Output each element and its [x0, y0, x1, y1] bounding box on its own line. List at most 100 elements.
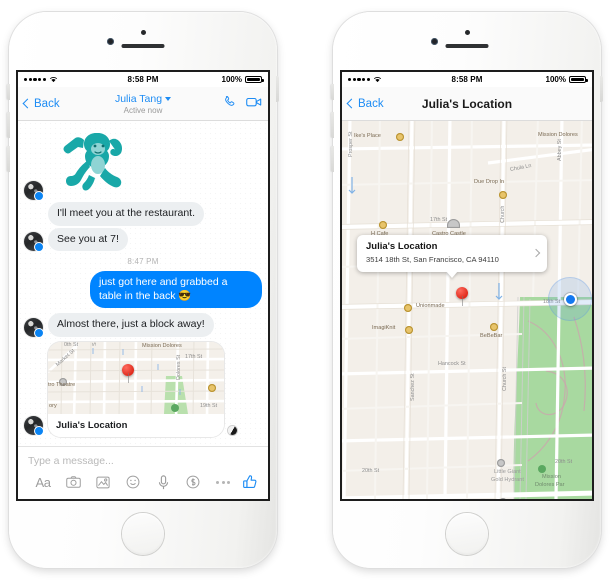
payment-dollar-icon[interactable]	[178, 475, 208, 489]
status-bar-battery-group: 100%	[221, 75, 264, 84]
location-card-map-thumbnail[interactable]: Mission Dolores 17th St Market St Sanche…	[48, 341, 224, 414]
silent-switch[interactable]	[331, 84, 334, 100]
location-callout[interactable]: Julia's Location 3514 18th St, San Franc…	[357, 235, 547, 272]
location-nav-bar: Back Julia's Location	[342, 87, 592, 121]
avatar[interactable]	[24, 181, 44, 201]
location-pin[interactable]	[456, 287, 468, 306]
chevron-down-icon	[165, 96, 172, 101]
map-poi-label: ImagiKnit	[372, 325, 396, 331]
sticker-smiley-icon[interactable]	[118, 475, 148, 489]
poi-marker	[208, 383, 216, 392]
avatar[interactable]	[24, 232, 44, 252]
cellular-signal-icon	[348, 77, 370, 82]
nav-action-group	[223, 95, 262, 113]
message-bubble-incoming[interactable]: See you at 7!	[48, 227, 128, 251]
map-label: ory	[49, 402, 57, 409]
message-row-in: See you at 7!	[18, 227, 268, 252]
map-label: tro Theatre	[48, 381, 76, 388]
back-button[interactable]: Back	[346, 97, 384, 110]
delivered-indicator	[228, 425, 237, 435]
poi-marker	[497, 459, 505, 467]
power-button[interactable]	[276, 76, 279, 102]
volume-up-button[interactable]	[7, 112, 10, 138]
proximity-sensor	[465, 30, 470, 35]
message-row-in: I'll meet you at the restaurant.	[18, 202, 268, 226]
video-camera-icon[interactable]	[246, 95, 262, 113]
volume-down-button[interactable]	[7, 146, 10, 172]
map-street-label: Prosper St	[348, 131, 354, 157]
map-label: 19th St	[200, 402, 218, 409]
current-location-dot	[564, 293, 577, 306]
poi-marker	[396, 133, 404, 141]
avatar[interactable]	[24, 317, 44, 338]
message-bubble-incoming[interactable]: Almost there, just a block away!	[48, 313, 214, 337]
left-phone-screen: 8:58 PM 100% Back Julia Tang Active now …	[18, 72, 268, 499]
status-bar-signal-group	[24, 76, 58, 83]
status-bar-left: 8:58 PM 100%	[18, 72, 268, 87]
phone-call-icon[interactable]	[223, 95, 236, 113]
thread-timestamp: 8:47 PM	[127, 257, 159, 266]
home-button[interactable]	[122, 513, 164, 555]
back-button-label: Back	[358, 97, 384, 110]
presence-status: Active now	[123, 105, 163, 115]
message-thread[interactable]: I'll meet you at the restaurant. See you…	[18, 121, 268, 446]
message-composer: Type a message... Aa	[18, 446, 268, 499]
location-card-caption: Julia's Location	[48, 413, 224, 437]
map-street-label: Hancock St	[438, 361, 466, 367]
full-map-container[interactable]: Ike's Place Due Drop In H Cafe Castro Ca…	[342, 121, 592, 499]
avatar[interactable]	[24, 415, 44, 436]
volume-up-button[interactable]	[331, 112, 334, 138]
more-options-icon[interactable]	[208, 480, 238, 484]
back-button[interactable]: Back	[22, 98, 60, 110]
map-street-label: Church St	[502, 367, 508, 391]
power-button[interactable]	[600, 76, 603, 102]
chevron-left-icon	[22, 98, 33, 109]
iphone-left-device: 8:58 PM 100% Back Julia Tang Active now …	[7, 12, 279, 568]
photo-gallery-icon[interactable]	[88, 476, 118, 489]
location-callout-title: Julia's Location	[366, 241, 438, 252]
proximity-sensor	[141, 30, 146, 35]
message-bubble-outgoing[interactable]: just got here and grabbed a table in the…	[90, 271, 262, 308]
thumbs-up-icon[interactable]	[242, 474, 258, 490]
map-label: Mission Dolores	[142, 342, 182, 349]
location-share-card[interactable]: Mission Dolores 17th St Market St Sanche…	[48, 341, 224, 437]
page-title: Julia's Location	[421, 96, 513, 111]
text-format-icon[interactable]: Aa	[28, 475, 58, 490]
message-row-map-card: Mission Dolores 17th St Market St Sanche…	[18, 341, 268, 437]
map-street-label: 17th St	[430, 217, 448, 223]
silent-switch[interactable]	[7, 84, 10, 100]
message-row-sticker	[18, 127, 268, 201]
map-label: Dolores St	[176, 354, 182, 380]
location-callout-text: Julia's Location 3514 18th St, San Franc…	[366, 241, 527, 265]
map-poi-label: Mission	[542, 474, 561, 480]
message-input-placeholder[interactable]: Type a message...	[18, 447, 268, 474]
park-marker	[538, 465, 546, 473]
composer-icon-bar: Aa	[18, 474, 268, 499]
poi-marker	[447, 219, 460, 228]
map-street-label: Abbey St	[557, 139, 563, 161]
map-label: Sanchez St	[92, 342, 98, 346]
map-street-label: 20th St	[555, 459, 573, 465]
location-pin	[122, 363, 134, 383]
map-poi-label: Due Drop In	[474, 179, 505, 185]
poi-marker	[490, 323, 498, 331]
right-phone-screen: 8:58 PM 100% Back Julia's Location Ike's…	[342, 72, 592, 499]
home-button[interactable]	[446, 513, 488, 555]
full-map[interactable]: Ike's Place Due Drop In H Cafe Castro Ca…	[342, 121, 592, 499]
volume-down-button[interactable]	[331, 146, 334, 172]
wifi-icon	[373, 76, 382, 83]
status-bar-right: 8:58 PM 100%	[342, 72, 592, 87]
dancing-monkey-sticker[interactable]	[50, 127, 146, 200]
camera-icon[interactable]	[58, 476, 88, 488]
battery-percentage: 100%	[221, 75, 242, 84]
map-label: 17th St	[185, 353, 203, 360]
message-bubble-incoming[interactable]: I'll meet you at the restaurant.	[48, 202, 204, 226]
battery-percentage: 100%	[545, 75, 566, 84]
mini-map: Mission Dolores 17th St Market St Sanche…	[48, 341, 224, 414]
chevron-right-icon[interactable]	[531, 248, 541, 257]
park-marker	[171, 403, 179, 412]
contact-name-button[interactable]: Julia Tang	[115, 93, 172, 105]
earpiece-speaker	[121, 44, 165, 48]
map-poi-label: Dolores Par	[535, 482, 565, 488]
microphone-icon[interactable]	[148, 474, 178, 490]
